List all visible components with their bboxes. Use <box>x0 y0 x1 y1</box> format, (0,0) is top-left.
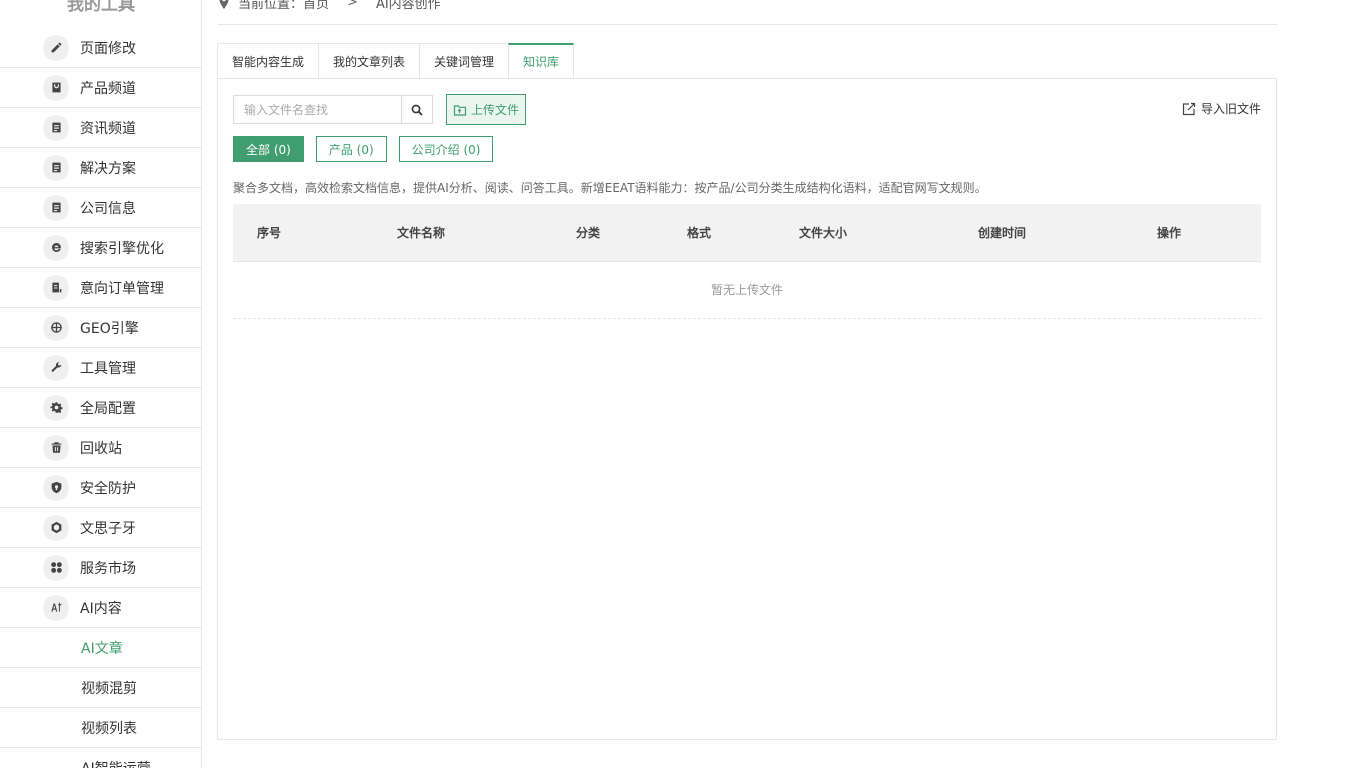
location-pin-icon <box>218 0 230 9</box>
tab-article-list[interactable]: 我的文章列表 <box>318 43 420 79</box>
tab-content-generation[interactable]: 智能内容生成 <box>217 43 319 79</box>
sidebar-item-label: 解决方案 <box>80 160 136 177</box>
breadcrumb-current: AI内容创作 <box>375 0 441 12</box>
search-input[interactable] <box>233 95 401 124</box>
breadcrumb: 当前位置： 首页 > AI内容创作 <box>218 0 441 12</box>
sidebar-title: 我的工具 <box>67 0 135 15</box>
empty-state: 暂无上传文件 <box>233 262 1261 319</box>
knowledge-base-description: 聚合多文档，高效检索文档信息，提供AI分析、阅读、问答工具。新增EEAT语料能力… <box>233 181 987 195</box>
grid-icon <box>43 554 69 581</box>
hexagon-icon <box>43 514 69 541</box>
document-icon <box>43 154 69 181</box>
sidebar-item-ai-content[interactable]: AI内容 <box>0 588 201 628</box>
column-header-actions: 操作 <box>1157 226 1182 240</box>
sidebar-item-label: 产品频道 <box>80 80 136 97</box>
shield-icon <box>43 474 69 501</box>
document-icon <box>43 114 69 141</box>
sidebar-item-label: 意向订单管理 <box>80 280 164 297</box>
column-header-filesize: 文件大小 <box>799 226 848 240</box>
tab-knowledge-base[interactable]: 知识库 <box>508 43 575 79</box>
sidebar-item-label: 安全防护 <box>80 480 136 497</box>
files-table: 序号 文件名称 分类 格式 文件大小 创建时间 操作 暂无上传文件 <box>233 204 1261 319</box>
column-header-category: 分类 <box>576 226 601 240</box>
globe-icon <box>43 314 69 341</box>
sidebar-item-solutions[interactable]: 解决方案 <box>0 148 201 188</box>
tab-keyword-management[interactable]: 关键词管理 <box>419 43 509 79</box>
sidebar-subitem-ai-article[interactable]: AI文章 <box>0 628 201 668</box>
sidebar-item-company-info[interactable]: 公司信息 <box>0 188 201 228</box>
search-button[interactable] <box>401 95 433 124</box>
sidebar-item-page-edit[interactable]: 页面修改 <box>0 28 201 68</box>
filter-product[interactable]: 产品 (0) <box>315 136 387 162</box>
breadcrumb-separator: > <box>347 0 358 10</box>
sidebar-item-orders[interactable]: 意向订单管理 <box>0 268 201 308</box>
sidebar-item-label: 页面修改 <box>80 40 136 57</box>
sidebar-item-tools[interactable]: 工具管理 <box>0 348 201 388</box>
import-old-files-button[interactable]: 导入旧文件 <box>1182 100 1261 117</box>
sidebar-subitem-video-mix[interactable]: 视频混剪 <box>0 668 201 708</box>
sidebar-menu: 页面修改 产品频道 资讯频道 解决方案 公司信息 搜索引擎优化 意向订单管理 G… <box>0 28 201 768</box>
sidebar-item-label: 工具管理 <box>80 360 136 377</box>
sidebar-item-security[interactable]: 安全防护 <box>0 468 201 508</box>
trash-icon <box>43 434 69 461</box>
column-header-index: 序号 <box>257 226 282 240</box>
bag-icon <box>43 74 69 101</box>
import-label: 导入旧文件 <box>1200 102 1261 116</box>
sidebar-item-label: 搜索引擎优化 <box>80 240 164 257</box>
document-icon <box>43 194 69 221</box>
sidebar-item-wensiziya[interactable]: 文思子牙 <box>0 508 201 548</box>
sidebar-item-service-market[interactable]: 服务市场 <box>0 548 201 588</box>
knowledge-base-panel: 上传文件 导入旧文件 全部 (0) 产品 (0) 公司介绍 (0) 聚合多文档，… <box>217 78 1277 740</box>
sidebar-item-global-config[interactable]: 全局配置 <box>0 388 201 428</box>
main-content: 当前位置： 首页 > AI内容创作 智能内容生成 我的文章列表 关键词管理 知识… <box>202 0 1355 768</box>
breadcrumb-prefix: 当前位置： <box>238 0 304 12</box>
ai-icon <box>43 594 69 621</box>
order-icon <box>43 274 69 301</box>
tab-bar: 智能内容生成 我的文章列表 关键词管理 知识库 <box>217 43 575 79</box>
filter-company-intro[interactable]: 公司介绍 (0) <box>398 136 494 162</box>
sidebar-subitem-video-list[interactable]: 视频列表 <box>0 708 201 748</box>
sidebar-item-recycle-bin[interactable]: 回收站 <box>0 428 201 468</box>
edit-icon <box>43 34 69 61</box>
gear-icon <box>43 394 69 421</box>
divider <box>218 24 1277 25</box>
column-header-format: 格式 <box>687 226 712 240</box>
sidebar-item-label: 公司信息 <box>80 200 136 217</box>
filter-all[interactable]: 全部 (0) <box>233 136 304 162</box>
sidebar-item-label: 全局配置 <box>80 400 136 417</box>
sidebar-item-news[interactable]: 资讯频道 <box>0 108 201 148</box>
ie-icon <box>43 234 69 261</box>
upload-label: 上传文件 <box>470 103 519 117</box>
sidebar-item-label: 服务市场 <box>80 560 136 577</box>
category-filters: 全部 (0) 产品 (0) 公司介绍 (0) <box>233 136 494 162</box>
sidebar-item-geo[interactable]: GEO引擎 <box>0 308 201 348</box>
upload-file-button[interactable]: 上传文件 <box>446 94 526 125</box>
sidebar-item-label: 资讯频道 <box>80 120 136 137</box>
sidebar: 我的工具 页面修改 产品频道 资讯频道 解决方案 公司信息 搜索引擎优化 意向订… <box>0 0 202 768</box>
search-icon <box>411 104 423 116</box>
table-header: 序号 文件名称 分类 格式 文件大小 创建时间 操作 <box>233 204 1261 262</box>
sidebar-item-label: 文思子牙 <box>80 520 136 537</box>
column-header-filename: 文件名称 <box>397 226 446 240</box>
sidebar-item-label: AI内容 <box>80 600 122 617</box>
upload-icon <box>453 104 467 116</box>
sidebar-item-seo[interactable]: 搜索引擎优化 <box>0 228 201 268</box>
sidebar-item-products[interactable]: 产品频道 <box>0 68 201 108</box>
wrench-icon <box>43 354 69 381</box>
import-icon <box>1182 102 1196 115</box>
sidebar-subitem-ai-operations[interactable]: AI智能运营 <box>0 748 201 768</box>
sidebar-item-label: 回收站 <box>80 440 122 457</box>
column-header-created-time: 创建时间 <box>978 226 1027 240</box>
sidebar-item-label: GEO引擎 <box>80 320 139 337</box>
breadcrumb-home[interactable]: 首页 <box>303 0 329 12</box>
